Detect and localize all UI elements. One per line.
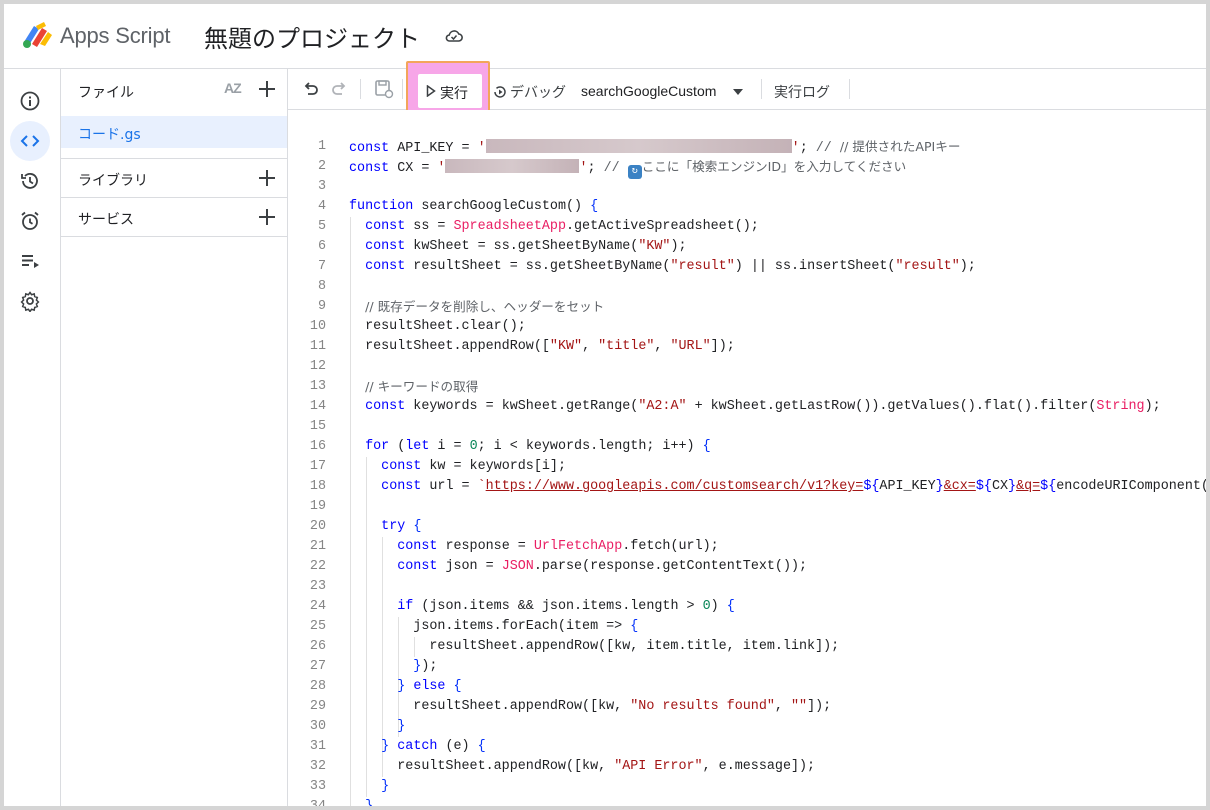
code-line: 18 const url = `https://www.googleapis.c…: [309, 479, 1206, 494]
services-section: サービス: [61, 197, 287, 236]
code-icon: [20, 135, 40, 147]
code-line: 20 try {: [309, 519, 422, 534]
code-line: 9 // 既存データを削除し、ヘッダーをセット: [317, 299, 605, 314]
code-line: 29 resultSheet.appendRow([kw, "No result…: [309, 699, 832, 714]
section-divider: [61, 236, 287, 238]
code-line: 3: [317, 179, 326, 194]
overview-button[interactable]: [10, 81, 50, 121]
info-icon: [20, 91, 40, 111]
toolbar-divider: [360, 79, 361, 99]
brand-name: Apps Script: [60, 23, 171, 48]
execution-log-button[interactable]: 実行ログ: [774, 82, 830, 102]
debug-button[interactable]: デバッグ: [510, 82, 566, 102]
files-title: ファイル: [78, 85, 134, 101]
services-label: サービス: [78, 212, 134, 228]
run-label: 実行: [440, 86, 468, 102]
executions-button[interactable]: [10, 241, 50, 281]
code-line: 10 resultSheet.clear();: [309, 319, 526, 334]
code-line: 31 } catch (e) {: [309, 739, 486, 754]
code-line: 27 });: [309, 659, 438, 674]
save-icon[interactable]: [374, 79, 394, 99]
code-line: 1 const API_KEY = ' '; // // 提供されたAPIキー: [317, 139, 961, 156]
toolbar-divider: [402, 79, 403, 99]
left-rail: [4, 69, 61, 806]
redacted-api-key: [485, 139, 792, 153]
code-line: 26 resultSheet.appendRow([kw, item.title…: [309, 639, 840, 654]
undo-icon[interactable]: [302, 80, 320, 98]
toolbar-divider: [849, 79, 850, 99]
file-item-code-gs[interactable]: コード.gs: [61, 116, 287, 148]
executions-icon: [22, 255, 39, 268]
code-line: 5 const ss = SpreadsheetApp.getActiveSpr…: [317, 219, 759, 234]
cloud-saved-icon: [445, 30, 463, 42]
debug-icon: [494, 86, 506, 98]
project-history-button[interactable]: [10, 161, 50, 201]
libraries-label: ライブラリ: [78, 173, 148, 189]
settings-icon: [20, 291, 40, 312]
code-line: 7 const resultSheet = ss.getSheetByName(…: [317, 259, 976, 274]
file-name: コード.gs: [78, 127, 141, 143]
project-title[interactable]: 無題のプロジェクト: [204, 19, 420, 54]
code-line: 12: [309, 359, 326, 374]
code-line: 33 }: [309, 779, 390, 794]
code-line: 4 function searchGoogleCustom() {: [317, 199, 599, 214]
code-line: 34 }: [309, 799, 374, 810]
history-icon: [21, 173, 38, 189]
editor-button[interactable]: [10, 121, 50, 161]
code-line: 25 json.items.forEach(item => {: [309, 619, 639, 634]
add-library-plus-icon[interactable]: [258, 169, 276, 187]
alarm-icon: [21, 211, 39, 230]
files-panel: ファイル AZ コード.gs ライブラリ サービス: [61, 69, 288, 806]
code-line: 14 const keywords = kwSheet.getRange("A2…: [309, 399, 1161, 414]
code-line: 11 resultSheet.appendRow(["KW", "title",…: [309, 339, 735, 354]
code-line: 28 } else {: [309, 679, 462, 694]
add-service-plus-icon[interactable]: [258, 208, 276, 226]
run-button[interactable]: 実行: [418, 74, 482, 108]
sort-az-button[interactable]: AZ: [224, 80, 242, 96]
app-window: Apps Script 無題のプロジェクト ファイル AZ コード.gs ライブ…: [0, 0, 1210, 810]
code-line: 24 if (json.items && json.items.length >…: [309, 599, 735, 614]
chevron-down-icon[interactable]: [733, 89, 743, 95]
libraries-section: ライブラリ: [61, 158, 287, 197]
code-line: 17 const kw = keywords[i];: [309, 459, 566, 474]
toolbar-divider: [761, 79, 762, 99]
redacted-cx: [445, 159, 580, 173]
apps-script-logo-icon[interactable]: [20, 20, 56, 50]
code-line: 6 const kwSheet = ss.getSheetByName("KW"…: [317, 239, 687, 254]
code-line: 2 const CX = ' '; // ↻ ここに「検索エンジンID」を入力してくだ…: [317, 159, 907, 179]
app-header: Apps Script 無題のプロジェクト: [4, 4, 1206, 69]
function-select[interactable]: searchGoogleCustom: [581, 83, 716, 99]
add-file-plus-icon[interactable]: [258, 80, 276, 98]
triggers-button[interactable]: [10, 201, 50, 241]
play-icon: [426, 85, 436, 97]
files-header: ファイル AZ: [61, 69, 287, 109]
redo-icon[interactable]: [330, 80, 348, 98]
code-line: 13 // キーワードの取得: [309, 379, 479, 394]
project-settings-button[interactable]: [10, 281, 50, 321]
code-line: 19: [309, 499, 326, 514]
code-editor[interactable]: 1 const API_KEY = ' '; // // 提供されたAPIキー 2c…: [288, 110, 1206, 810]
code-line: 22 const json = JSON.parse(response.getC…: [309, 559, 808, 574]
code-line: 32 resultSheet.appendRow([kw, "API Error…: [309, 759, 816, 774]
code-line: 8: [317, 279, 326, 294]
code-line: 15: [309, 419, 326, 434]
code-line: 30 }: [309, 719, 406, 734]
code-line: 23: [309, 579, 326, 594]
code-line: 21 const response = UrlFetchApp.fetch(ur…: [309, 539, 719, 554]
code-line: 16 for (let i = 0; i < keywords.length; …: [309, 439, 711, 454]
